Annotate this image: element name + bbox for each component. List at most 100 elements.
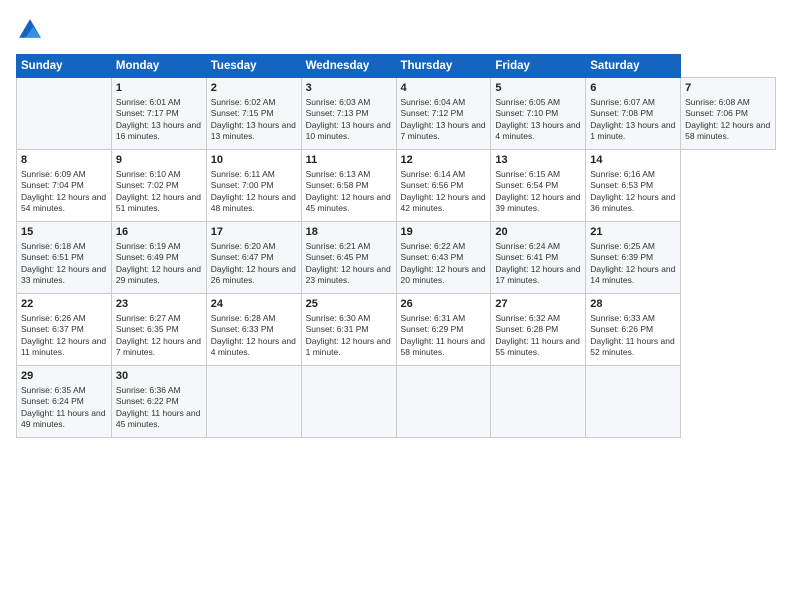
table-row: 11Sunrise: 6:13 AMSunset: 6:58 PMDayligh… [301,150,396,222]
day-number: 17 [211,225,297,240]
daylight-text: Daylight: 12 hours and 14 minutes. [590,264,675,285]
sunrise-text: Sunrise: 6:36 AM [116,385,181,395]
sunrise-text: Sunrise: 6:14 AM [401,169,466,179]
day-number: 8 [21,153,107,168]
daylight-text: Daylight: 12 hours and 23 minutes. [306,264,391,285]
sunset-text: Sunset: 6:22 PM [116,396,179,406]
sunrise-text: Sunrise: 6:13 AM [306,169,371,179]
sunrise-text: Sunrise: 6:05 AM [495,97,560,107]
sunset-text: Sunset: 6:47 PM [211,252,274,262]
table-row: 9Sunrise: 6:10 AMSunset: 7:02 PMDaylight… [111,150,206,222]
col-header-tuesday: Tuesday [206,55,301,78]
sunset-text: Sunset: 6:28 PM [495,324,558,334]
daylight-text: Daylight: 11 hours and 55 minutes. [495,336,579,357]
day-number: 13 [495,153,581,168]
sunset-text: Sunset: 7:04 PM [21,180,84,190]
daylight-text: Daylight: 12 hours and 33 minutes. [21,264,106,285]
col-header-wednesday: Wednesday [301,55,396,78]
day-number: 2 [211,81,297,96]
sunrise-text: Sunrise: 6:11 AM [211,169,275,179]
sunset-text: Sunset: 7:00 PM [211,180,274,190]
table-row: 4Sunrise: 6:04 AMSunset: 7:12 PMDaylight… [396,78,491,150]
day-number: 9 [116,153,202,168]
daylight-text: Daylight: 12 hours and 1 minute. [306,336,391,357]
sunrise-text: Sunrise: 6:22 AM [401,241,466,251]
daylight-text: Daylight: 13 hours and 7 minutes. [401,120,486,141]
table-row: 22Sunrise: 6:26 AMSunset: 6:37 PMDayligh… [17,294,112,366]
sunset-text: Sunset: 7:02 PM [116,180,179,190]
sunrise-text: Sunrise: 6:21 AM [306,241,371,251]
sunset-text: Sunset: 7:08 PM [590,108,653,118]
week-row-1: 1Sunrise: 6:01 AMSunset: 7:17 PMDaylight… [17,78,776,150]
table-row: 10Sunrise: 6:11 AMSunset: 7:00 PMDayligh… [206,150,301,222]
table-row: 19Sunrise: 6:22 AMSunset: 6:43 PMDayligh… [396,222,491,294]
day-number: 30 [116,369,202,384]
daylight-text: Daylight: 12 hours and 54 minutes. [21,192,106,213]
table-row: 12Sunrise: 6:14 AMSunset: 6:56 PMDayligh… [396,150,491,222]
day-number: 28 [590,297,676,312]
empty-cell [17,78,112,150]
col-header-saturday: Saturday [586,55,681,78]
sunset-text: Sunset: 6:35 PM [116,324,179,334]
sunrise-text: Sunrise: 6:03 AM [306,97,371,107]
table-row: 6Sunrise: 6:07 AMSunset: 7:08 PMDaylight… [586,78,681,150]
day-number: 22 [21,297,107,312]
daylight-text: Daylight: 12 hours and 42 minutes. [401,192,486,213]
sunrise-text: Sunrise: 6:24 AM [495,241,560,251]
day-number: 24 [211,297,297,312]
table-row: 30Sunrise: 6:36 AMSunset: 6:22 PMDayligh… [111,366,206,438]
table-row: 27Sunrise: 6:32 AMSunset: 6:28 PMDayligh… [491,294,586,366]
week-row-2: 8Sunrise: 6:09 AMSunset: 7:04 PMDaylight… [17,150,776,222]
sunset-text: Sunset: 7:15 PM [211,108,274,118]
day-number: 5 [495,81,581,96]
sunrise-text: Sunrise: 6:19 AM [116,241,181,251]
sunset-text: Sunset: 6:54 PM [495,180,558,190]
sunrise-text: Sunrise: 6:25 AM [590,241,655,251]
day-number: 27 [495,297,581,312]
day-number: 3 [306,81,392,96]
sunset-text: Sunset: 6:33 PM [211,324,274,334]
col-header-monday: Monday [111,55,206,78]
day-number: 11 [306,153,392,168]
daylight-text: Daylight: 12 hours and 39 minutes. [495,192,580,213]
sunset-text: Sunset: 6:39 PM [590,252,653,262]
sunset-text: Sunset: 6:53 PM [590,180,653,190]
sunset-text: Sunset: 6:56 PM [401,180,464,190]
sunrise-text: Sunrise: 6:04 AM [401,97,466,107]
table-row: 21Sunrise: 6:25 AMSunset: 6:39 PM Dayligh… [586,222,681,294]
day-number: 29 [21,369,107,384]
table-row: 28Sunrise: 6:33 AMSunset: 6:26 PMDayligh… [586,294,681,366]
day-number: 25 [306,297,392,312]
sunset-text: Sunset: 6:41 PM [495,252,558,262]
week-row-3: 15Sunrise: 6:18 AMSunset: 6:51 PMDayligh… [17,222,776,294]
sunrise-text: Sunrise: 6:01 AM [116,97,181,107]
table-row: 15Sunrise: 6:18 AMSunset: 6:51 PMDayligh… [17,222,112,294]
calendar-page: SundayMondayTuesdayWednesdayThursdayFrid… [0,0,792,612]
day-number: 21 [590,225,676,240]
day-number: 10 [211,153,297,168]
table-row: 29Sunrise: 6:35 AMSunset: 6:24 PMDayligh… [17,366,112,438]
table-row: 25Sunrise: 6:30 AMSunset: 6:31 PMDayligh… [301,294,396,366]
table-row: 8Sunrise: 6:09 AMSunset: 7:04 PMDaylight… [17,150,112,222]
daylight-text: Daylight: 12 hours and 58 minutes. [685,120,770,141]
daylight-text: Daylight: 12 hours and 29 minutes. [116,264,201,285]
sunset-text: Sunset: 7:06 PM [685,108,748,118]
sunrise-text: Sunrise: 6:26 AM [21,313,86,323]
sunrise-text: Sunrise: 6:15 AM [495,169,560,179]
daylight-text: Daylight: 12 hours and 20 minutes. [401,264,486,285]
sunset-text: Sunset: 6:49 PM [116,252,179,262]
col-header-friday: Friday [491,55,586,78]
table-row: 3Sunrise: 6:03 AMSunset: 7:13 PMDaylight… [301,78,396,150]
day-number: 6 [590,81,676,96]
calendar-table: SundayMondayTuesdayWednesdayThursdayFrid… [16,54,776,438]
daylight-text: Daylight: 12 hours and 11 minutes. [21,336,106,357]
sunrise-text: Sunrise: 6:31 AM [401,313,466,323]
table-row: 26Sunrise: 6:31 AMSunset: 6:29 PMDayligh… [396,294,491,366]
header-row: SundayMondayTuesdayWednesdayThursdayFrid… [17,55,776,78]
table-row: 24Sunrise: 6:28 AMSunset: 6:33 PMDayligh… [206,294,301,366]
daylight-text: Daylight: 13 hours and 4 minutes. [495,120,580,141]
sunrise-text: Sunrise: 6:33 AM [590,313,655,323]
daylight-text: Daylight: 13 hours and 10 minutes. [306,120,391,141]
table-row: 20Sunrise: 6:24 AMSunset: 6:41 PMDayligh… [491,222,586,294]
day-number: 18 [306,225,392,240]
